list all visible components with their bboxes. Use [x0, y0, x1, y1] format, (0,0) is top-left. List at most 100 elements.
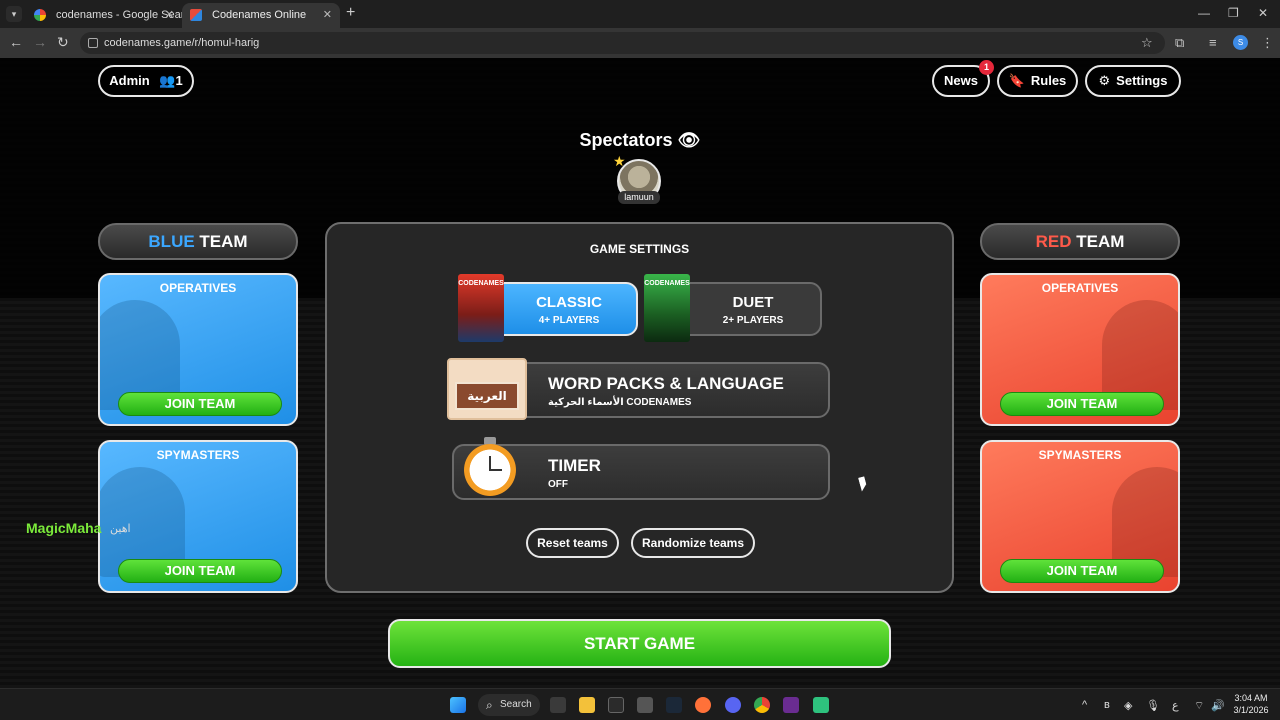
app-icon[interactable] — [813, 697, 829, 713]
team-word: TEAM — [1076, 232, 1125, 251]
clock-date: 3/1/2026 — [1233, 705, 1269, 715]
game-settings-title: GAME SETTINGS — [589, 242, 690, 256]
randomize-teams-button[interactable]: Randomize teams — [631, 528, 755, 558]
chrome-icon[interactable] — [754, 697, 770, 713]
word-packs-subtitle: الأسماء الحركية CODENAMES — [548, 397, 692, 408]
spymasters-title: SPYMASTERS — [1038, 448, 1122, 462]
codenames-icon — [190, 9, 202, 21]
google-icon — [34, 9, 46, 21]
timer-subtitle: OFF — [548, 479, 568, 490]
stopwatch-icon — [464, 444, 516, 496]
blue-operatives-card: OPERATIVES JOIN TEAM — [98, 273, 298, 426]
windows-start-icon[interactable] — [450, 697, 466, 713]
taskbar-search[interactable]: Search — [478, 694, 540, 716]
epic-games-icon[interactable] — [608, 697, 624, 713]
red-operatives-join-button[interactable]: JOIN TEAM — [1000, 392, 1164, 416]
window-close-icon[interactable]: ✕ — [1258, 6, 1268, 20]
blue-spymasters-join-button[interactable]: JOIN TEAM — [118, 559, 282, 583]
crown-icon: ★ — [613, 153, 626, 169]
clock-time: 3:04 AM — [1234, 693, 1268, 703]
red-spymasters-card: SPYMASTERS JOIN TEAM — [980, 440, 1180, 593]
red-team-header: RED TEAM — [980, 223, 1180, 260]
settings-button[interactable]: ⚙ Settings — [1085, 65, 1181, 97]
next-app-icon[interactable] — [783, 697, 799, 713]
duet-box-art: CODENAMES — [644, 274, 690, 342]
reload-icon[interactable]: ↻ — [57, 34, 69, 51]
tab-search-icon[interactable]: ▾ — [6, 6, 22, 22]
url-field[interactable]: codenames.game/r/homul-harig — [80, 32, 1165, 54]
new-tab-icon[interactable]: + — [346, 4, 355, 22]
red-spymasters-join-button[interactable]: JOIN TEAM — [1000, 559, 1164, 583]
player-count: 1 — [175, 73, 183, 88]
store-icon[interactable] — [550, 697, 566, 713]
team-word: TEAM — [199, 232, 248, 251]
admin-label: Admin — [109, 73, 150, 88]
news-button[interactable]: News 1 — [932, 60, 994, 97]
restore-icon[interactable]: ❐ — [1228, 6, 1239, 20]
file-explorer-icon[interactable] — [579, 697, 595, 713]
spectators-label: Spectators — [579, 130, 673, 150]
game-settings-panel: GAME SETTINGS CLASSIC 4+ PLAYERS CODENAM… — [325, 222, 954, 593]
operatives-title: OPERATIVES — [159, 281, 237, 295]
game-lobby: Admin 👥1 News 1 🔖 Rules ⚙ Settings Spectat… — [0, 58, 1280, 688]
url-text: codenames.game/r/homul-harig — [104, 37, 260, 49]
close-icon[interactable]: ✕ — [165, 3, 174, 27]
players-icon: 👥 — [159, 73, 176, 88]
admin-button[interactable]: Admin 👥1 — [98, 65, 194, 97]
site-info-icon[interactable] — [88, 38, 98, 48]
operatives-title: OPERATIVES — [1041, 281, 1119, 295]
blue-spymasters-card: SPYMASTERS JOIN TEAM — [98, 440, 298, 593]
steam-icon[interactable] — [666, 697, 682, 713]
screen: ▾ codenames - Google Search ✕ Codenames … — [0, 0, 1280, 720]
back-icon[interactable]: ← — [9, 34, 23, 50]
taskbar-clock[interactable]: 3:04 AM 3/1/2026 — [1226, 692, 1276, 716]
profile-avatar[interactable]: S — [1233, 35, 1248, 50]
language-indicator[interactable]: ع — [1172, 699, 1179, 712]
volume-icon[interactable]: 🔊 — [1211, 699, 1225, 712]
word-packs-title: WORD PACKS & LANGUAGE — [548, 374, 784, 393]
bookmark-icon: 🔖 — [1008, 73, 1025, 88]
blue-operatives-join-button[interactable]: JOIN TEAM — [118, 392, 282, 416]
overlay-username: MagicMaha — [26, 520, 102, 536]
overlay-text: اهين — [110, 523, 131, 535]
media-icon[interactable]: ≡ — [1209, 35, 1217, 50]
reset-teams-button[interactable]: Reset teams — [526, 528, 619, 558]
red-word: RED — [1035, 232, 1072, 251]
settings-label: Settings — [1116, 73, 1168, 88]
tab-google-search[interactable]: codenames - Google Search ✕ — [26, 3, 196, 28]
wifi-icon[interactable]: ⌔ — [1194, 699, 1204, 713]
rules-button[interactable]: 🔖 Rules — [997, 65, 1078, 97]
spectator-name: lamuun — [618, 191, 660, 204]
timer-title: TIMER — [548, 456, 601, 475]
firefox-icon[interactable] — [695, 697, 711, 713]
forward-icon[interactable]: → — [33, 34, 47, 50]
box-title: CODENAMES — [644, 280, 690, 287]
news-badge: 1 — [979, 60, 994, 75]
language-card-icon: العربية — [447, 358, 527, 420]
microphone-icon[interactable]: 🎙 — [1146, 699, 1160, 712]
network-icon[interactable]: ◈ — [1124, 699, 1132, 712]
browser-address-bar: ← → ↻ codenames.game/r/homul-harig ☆ ⧉ ≡… — [0, 28, 1280, 58]
bluetooth-icon[interactable]: ʙ — [1104, 699, 1110, 711]
browser-tab-bar: ▾ codenames - Google Search ✕ Codenames … — [0, 0, 1280, 28]
menu-dots-icon[interactable]: ⋮ — [1261, 35, 1274, 51]
close-icon[interactable]: ✕ — [323, 3, 332, 27]
bookmark-star-icon[interactable]: ☆ — [1141, 35, 1153, 51]
red-operatives-card: OPERATIVES JOIN TEAM — [980, 273, 1180, 426]
tab-title: Codenames Online — [212, 9, 307, 21]
classic-box-art: CODENAMES — [458, 274, 504, 342]
blue-team-header: BLUE TEAM — [98, 223, 298, 260]
discord-icon[interactable] — [725, 697, 741, 713]
spymasters-title: SPYMASTERS — [156, 448, 240, 462]
tab-title: codenames - Google Search — [56, 9, 197, 21]
language-label: العربية — [455, 382, 519, 410]
blue-word: BLUE — [148, 232, 195, 251]
windows-taskbar: Search ^ ʙ ◈ 🎙 ع ⌔ 🔊 3:04 AM 3/1/2026 — [0, 688, 1280, 720]
tab-codenames-online[interactable]: Codenames Online ✕ — [182, 3, 340, 28]
extensions-icon[interactable]: ⧉ — [1175, 35, 1184, 51]
tray-chevron-icon[interactable]: ^ — [1082, 699, 1087, 711]
spectators-title: Spectators 👁 — [0, 130, 1280, 151]
app-icon[interactable] — [637, 697, 653, 713]
start-game-button[interactable]: START GAME — [388, 619, 891, 668]
minimize-icon[interactable]: — — [1198, 6, 1210, 20]
